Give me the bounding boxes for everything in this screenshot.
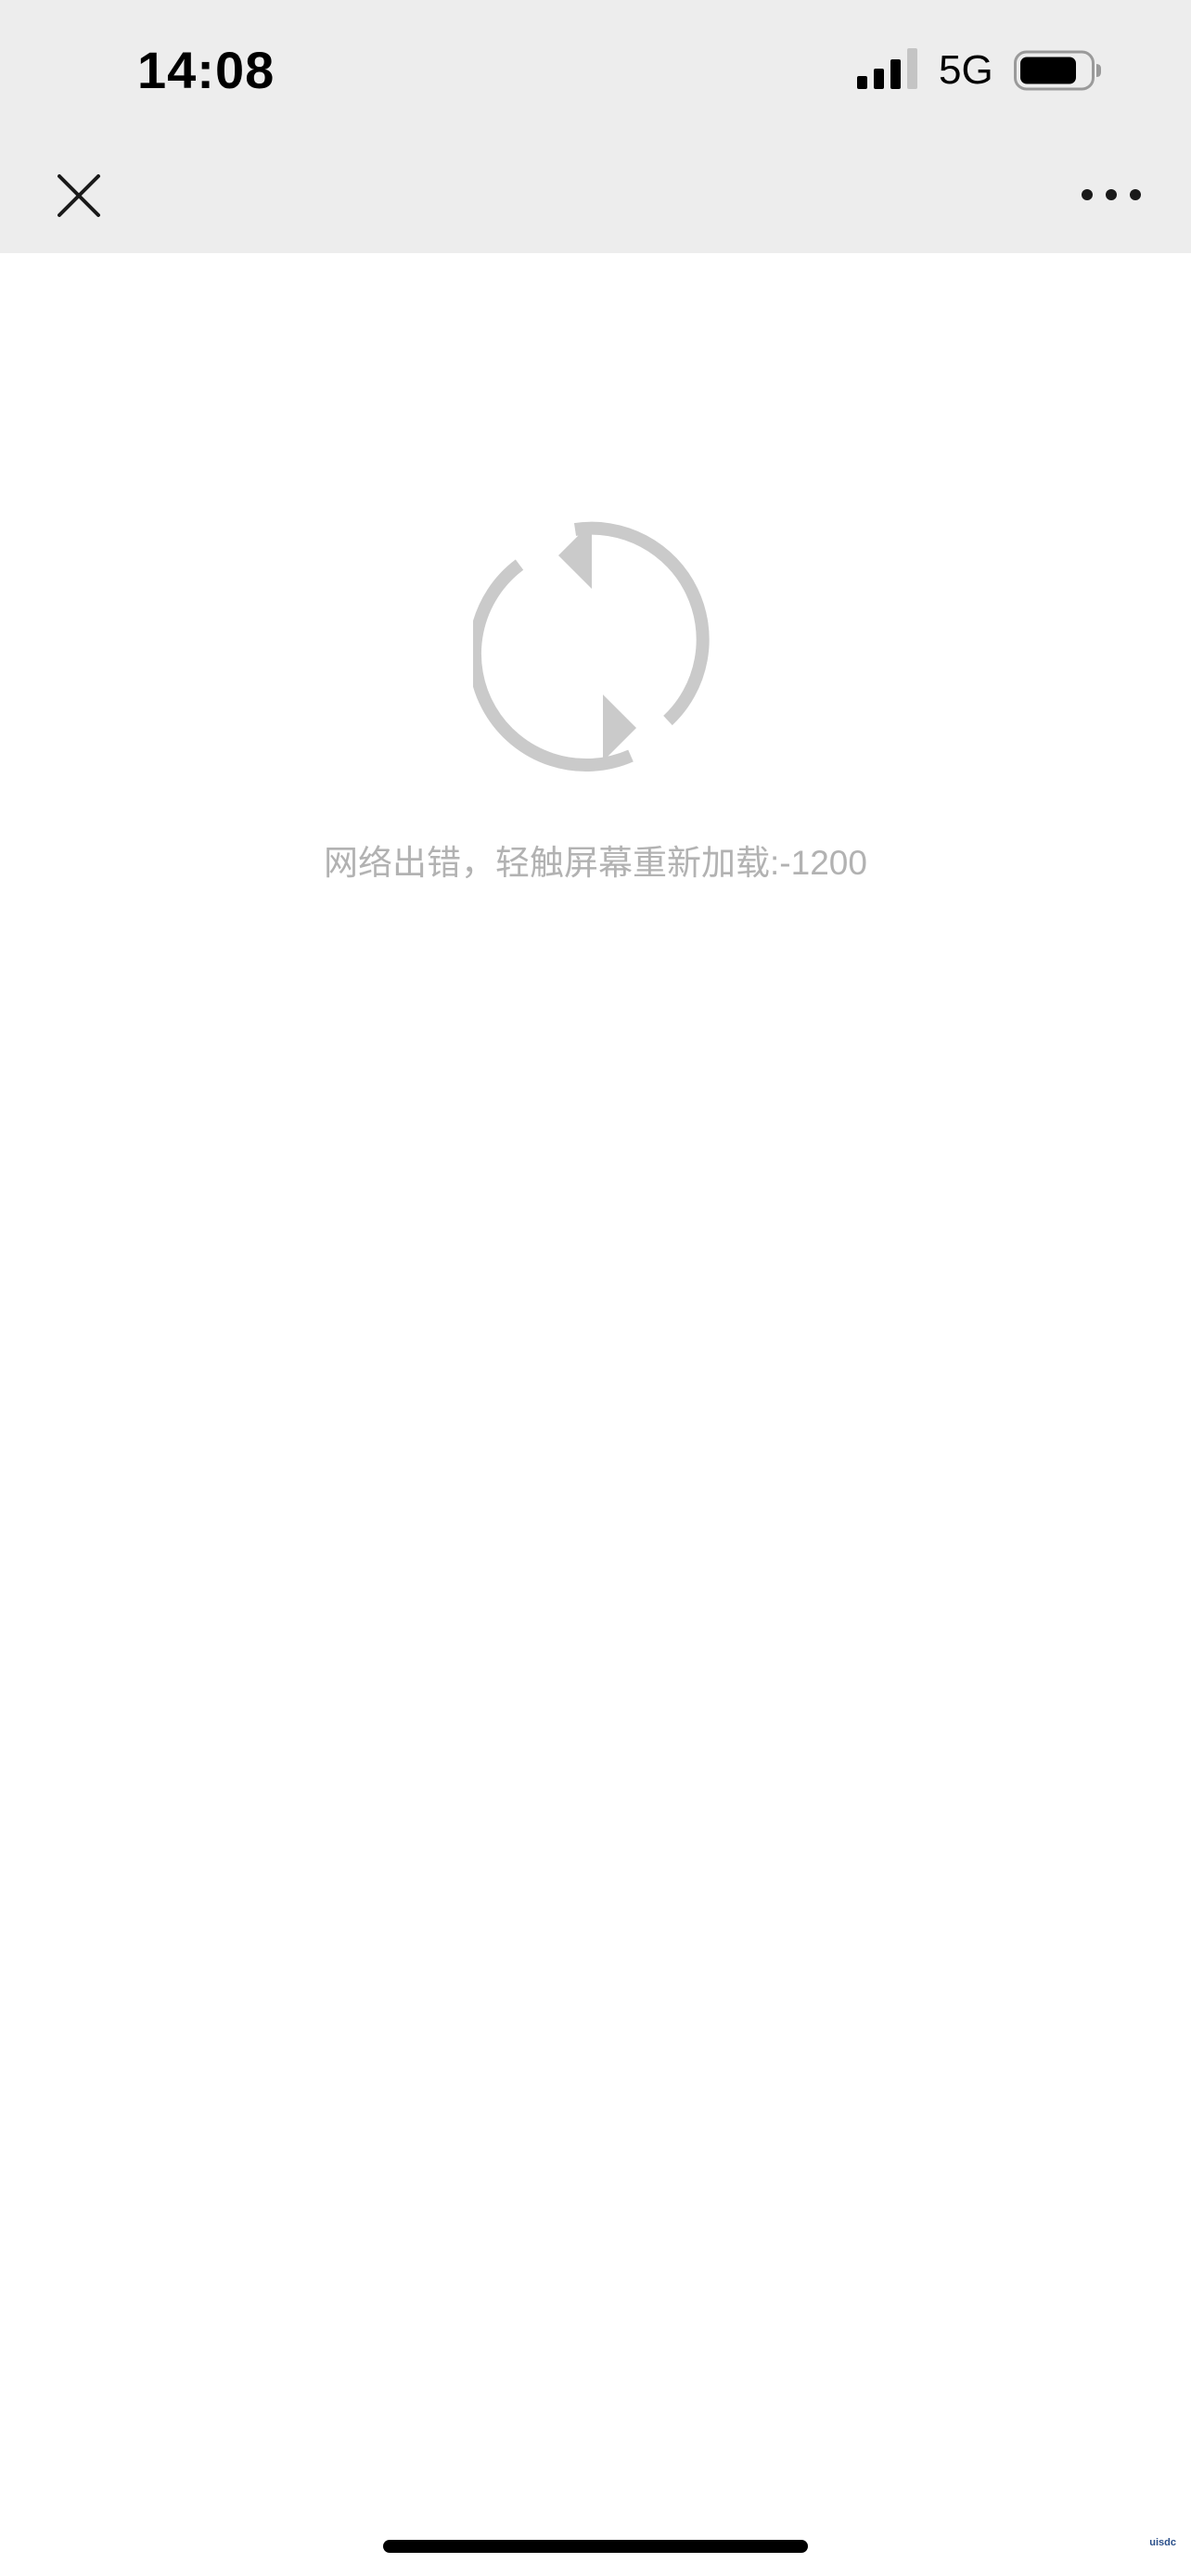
reload-tap-area[interactable]: 网络出错，轻触屏幕重新加载:-1200 [0,253,1191,2534]
status-bar: 14:08 5G [0,0,1191,139]
reload-icon [473,521,710,772]
webview-screen: 14:08 5G 网络出错，轻触屏幕重新加载:-1200 uisdc [0,0,1191,2576]
network-type-label: 5G [939,47,993,93]
more-horizontal-icon[interactable] [1076,167,1146,223]
watermark-logo: uisdc [1149,2537,1176,2548]
error-message: 网络出错，轻触屏幕重新加载:-1200 [324,844,867,882]
battery-icon [1014,50,1101,91]
home-indicator[interactable] [383,2540,808,2553]
cellular-signal-icon [857,48,917,89]
status-time: 14:08 [137,41,275,99]
navigation-bar [0,139,1191,253]
close-icon[interactable] [46,163,111,228]
